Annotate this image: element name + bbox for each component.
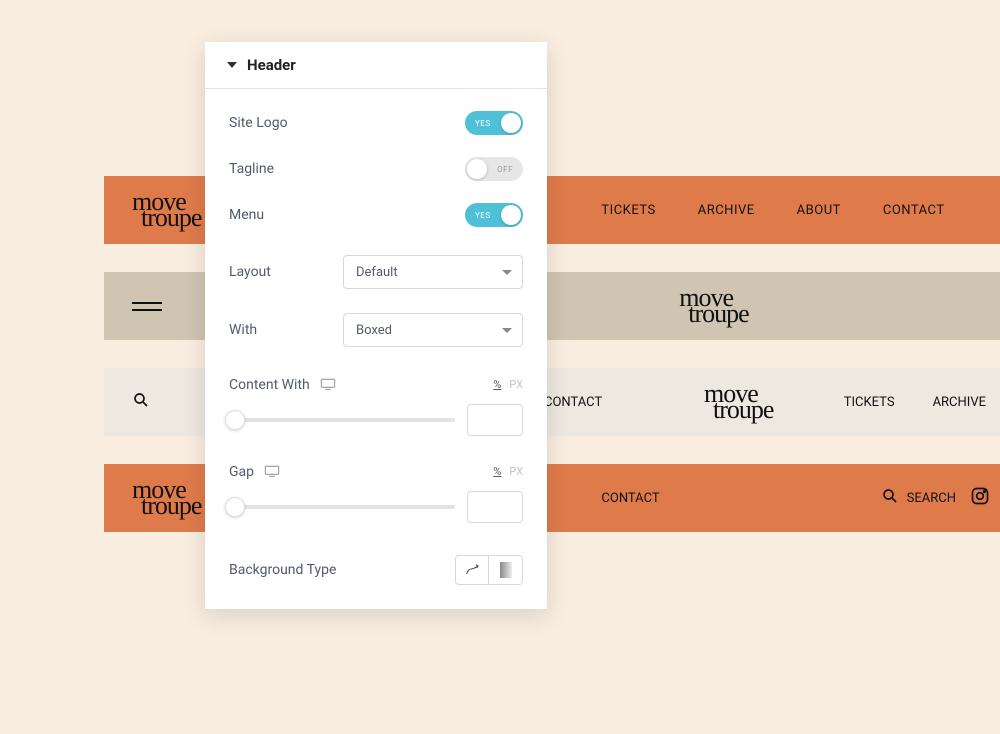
gap-slider-row <box>205 491 547 523</box>
search-icon[interactable] <box>132 391 150 413</box>
tagline-row: Tagline OFF <box>205 157 547 181</box>
width-select[interactable]: Boxed <box>343 313 523 347</box>
logo-line2: troupe <box>704 402 773 418</box>
nav-archive[interactable]: ARCHIVE <box>933 395 986 410</box>
caret-down-icon <box>227 62 237 68</box>
width-row: With Boxed <box>205 313 547 347</box>
gradient-icon <box>500 562 512 578</box>
unit-toggle: % PX <box>493 465 523 478</box>
nav-contact[interactable]: CONTACT <box>601 491 659 506</box>
menu-row: Menu YES <box>205 203 547 227</box>
panel-header[interactable]: Header <box>205 42 547 89</box>
nav-menu: TICKETS ARCHIVE ABOUT CONTACT <box>601 203 944 218</box>
content-width-input[interactable] <box>467 404 523 436</box>
site-logo-label: Site Logo <box>229 115 288 131</box>
logo-line2: troupe <box>132 210 201 226</box>
settings-panel: Header Site Logo YES Tagline OFF Menu YE… <box>205 42 547 609</box>
gap-row: Gap % PX <box>205 462 547 481</box>
site-logo: move troupe <box>704 386 773 418</box>
logo-line2: troupe <box>679 306 748 322</box>
site-logo: move troupe <box>679 290 748 322</box>
site-logo-row: Site Logo YES <box>205 111 547 135</box>
toggle-state: YES <box>475 119 491 128</box>
nav-archive[interactable]: ARCHIVE <box>698 203 755 218</box>
nav-tickets[interactable]: TICKETS <box>844 395 895 410</box>
content-width-label: Content With <box>229 377 310 393</box>
instagram-icon[interactable] <box>970 486 990 510</box>
search-label: SEARCH <box>907 491 956 506</box>
site-logo-toggle[interactable]: YES <box>465 111 523 135</box>
bg-classic-button[interactable] <box>455 555 489 585</box>
slider-thumb[interactable] <box>225 497 245 517</box>
panel-title: Header <box>247 56 296 74</box>
layout-label: Layout <box>229 264 271 280</box>
gap-slider[interactable] <box>229 505 455 509</box>
desktop-icon[interactable] <box>264 462 280 481</box>
content-width-slider-row <box>205 404 547 436</box>
nav-contact[interactable]: CONTACT <box>544 395 602 410</box>
hamburger-icon[interactable] <box>132 302 162 311</box>
layout-row: Layout Default <box>205 255 547 289</box>
width-label: With <box>229 322 257 338</box>
layout-select[interactable]: Default <box>343 255 523 289</box>
layout-value: Default <box>356 265 398 280</box>
search-icon <box>881 487 899 509</box>
bg-type-label: Background Type <box>229 562 336 578</box>
nav-contact[interactable]: CONTACT <box>883 203 945 218</box>
unit-toggle: % PX <box>493 378 523 391</box>
chevron-down-icon <box>502 328 512 333</box>
logo-line2: troupe <box>132 498 201 514</box>
unit-px[interactable]: PX <box>509 378 523 391</box>
site-logo: move troupe <box>132 194 201 226</box>
search-link[interactable]: SEARCH <box>881 487 956 509</box>
menu-toggle[interactable]: YES <box>465 203 523 227</box>
tagline-label: Tagline <box>229 161 274 177</box>
chevron-down-icon <box>502 270 512 275</box>
nav-tickets[interactable]: TICKETS <box>601 203 655 218</box>
unit-px[interactable]: PX <box>509 465 523 478</box>
site-logo: move troupe <box>132 482 201 514</box>
content-width-row: Content With % PX <box>205 375 547 394</box>
toggle-state: OFF <box>497 165 513 174</box>
tagline-toggle[interactable]: OFF <box>465 157 523 181</box>
width-value: Boxed <box>356 323 392 338</box>
toggle-state: YES <box>475 211 491 220</box>
slider-thumb[interactable] <box>225 410 245 430</box>
bg-type-row: Background Type <box>205 555 547 585</box>
gap-input[interactable] <box>467 491 523 523</box>
desktop-icon[interactable] <box>320 375 336 394</box>
gap-label: Gap <box>229 464 254 480</box>
menu-label: Menu <box>229 207 264 223</box>
nav-about[interactable]: ABOUT <box>797 203 841 218</box>
content-width-slider[interactable] <box>229 418 455 422</box>
unit-percent[interactable]: % <box>493 465 501 478</box>
unit-percent[interactable]: % <box>493 378 501 391</box>
bg-gradient-button[interactable] <box>489 555 523 585</box>
